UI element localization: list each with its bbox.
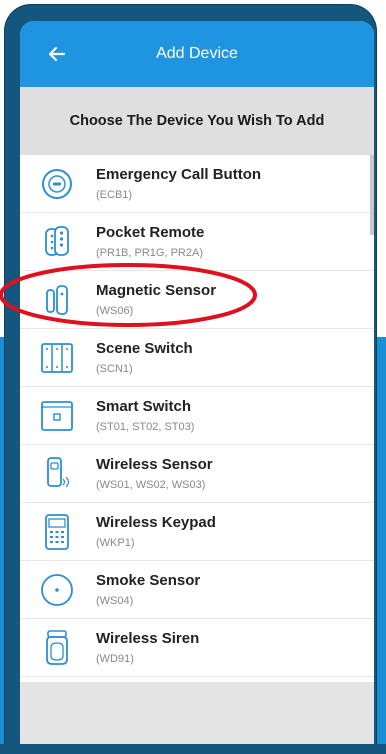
device-model: (WKP1)	[96, 537, 135, 549]
device-name: Magnetic Sensor	[96, 282, 217, 299]
device-name: Scene Switch	[96, 340, 193, 357]
device-item-emergency-call-button[interactable]: Emergency Call Button (ECB1)	[20, 155, 374, 213]
device-model: (WS04)	[96, 595, 134, 607]
device-name: Smoke Sensor	[96, 572, 201, 589]
device-item-scene-switch[interactable]: Scene Switch (SCN1)	[20, 329, 374, 387]
keypad-icon	[45, 514, 69, 550]
instruction-bar: Choose The Device You Wish To Add	[20, 87, 374, 155]
back-button[interactable]	[42, 39, 72, 69]
device-model: (SCN1)	[96, 363, 133, 375]
phone-bottom-edge	[0, 744, 386, 754]
device-list: Emergency Call Button (ECB1) Pocket Remo…	[20, 155, 374, 682]
device-model: (ECB1)	[96, 189, 133, 201]
pocket-remote-icon	[45, 226, 69, 256]
device-model: (PR1B, PR1G, PR2A)	[96, 247, 203, 259]
device-model: (WS01, WS02, WS03)	[96, 479, 206, 491]
scene-switch-icon	[41, 343, 73, 373]
emergency-button-icon	[42, 169, 72, 199]
list-footer	[20, 682, 374, 749]
app-screen: Add Device Choose The Device You Wish To…	[20, 21, 374, 749]
device-item-smart-switch[interactable]: Smart Switch (ST01, ST02, ST03)	[20, 387, 374, 445]
instruction-text: Choose The Device You Wish To Add	[69, 113, 325, 129]
device-item-smoke-sensor[interactable]: Smoke Sensor (WS04)	[20, 561, 374, 619]
device-model: (ST01, ST02, ST03)	[96, 421, 195, 433]
back-arrow-icon	[48, 46, 66, 62]
device-item-wireless-keypad[interactable]: Wireless Keypad (WKP1)	[20, 503, 374, 561]
device-name: Wireless Sensor	[96, 456, 213, 473]
device-item-pocket-remote[interactable]: Pocket Remote (PR1B, PR1G, PR2A)	[20, 213, 374, 271]
device-name: Smart Switch	[96, 398, 192, 415]
device-item-wireless-siren[interactable]: Wireless Siren (WD91)	[20, 619, 374, 677]
magnetic-sensor-icon	[46, 285, 68, 315]
smoke-sensor-icon	[41, 574, 73, 606]
device-item-magnetic-sensor[interactable]: Magnetic Sensor (WS06)	[20, 271, 374, 329]
device-item-wireless-sensor[interactable]: Wireless Sensor (WS01, WS02, WS03)	[20, 445, 374, 503]
app-header: Add Device	[20, 21, 374, 87]
device-model: (WD91)	[96, 653, 134, 665]
wireless-sensor-icon	[47, 457, 70, 488]
smart-switch-icon	[41, 401, 73, 431]
page-title: Add Device	[156, 45, 238, 62]
device-name: Wireless Siren	[96, 630, 200, 647]
device-name: Emergency Call Button	[96, 166, 262, 183]
device-model: (WS06)	[96, 305, 134, 317]
phone-frame: Add Device Choose The Device You Wish To…	[5, 5, 376, 754]
list-scrollbar[interactable]	[370, 155, 374, 235]
device-name: Pocket Remote	[96, 224, 205, 241]
siren-icon	[46, 630, 68, 665]
device-name: Wireless Keypad	[96, 514, 216, 531]
